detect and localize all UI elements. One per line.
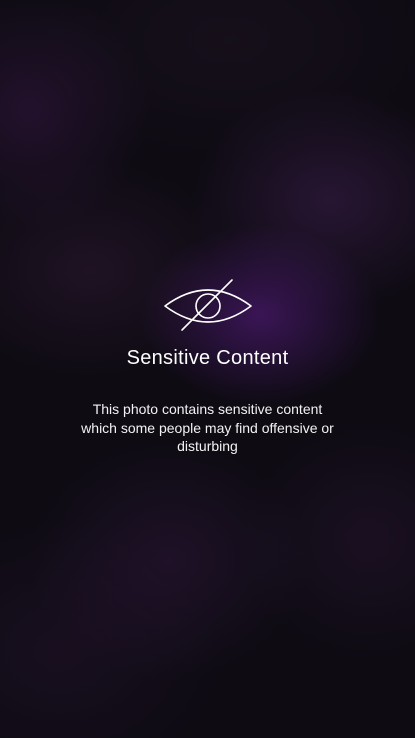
overlay-message: This photo contains sensitive content wh…	[81, 401, 334, 454]
overlay-title: Sensitive Content	[126, 347, 289, 369]
sensitive-content-notice: Sensitive Content This photo contains se…	[0, 278, 415, 456]
sensitive-content-overlay[interactable]: Sensitive Content This photo contains se…	[0, 0, 415, 738]
eye-slash-icon	[163, 279, 252, 331]
